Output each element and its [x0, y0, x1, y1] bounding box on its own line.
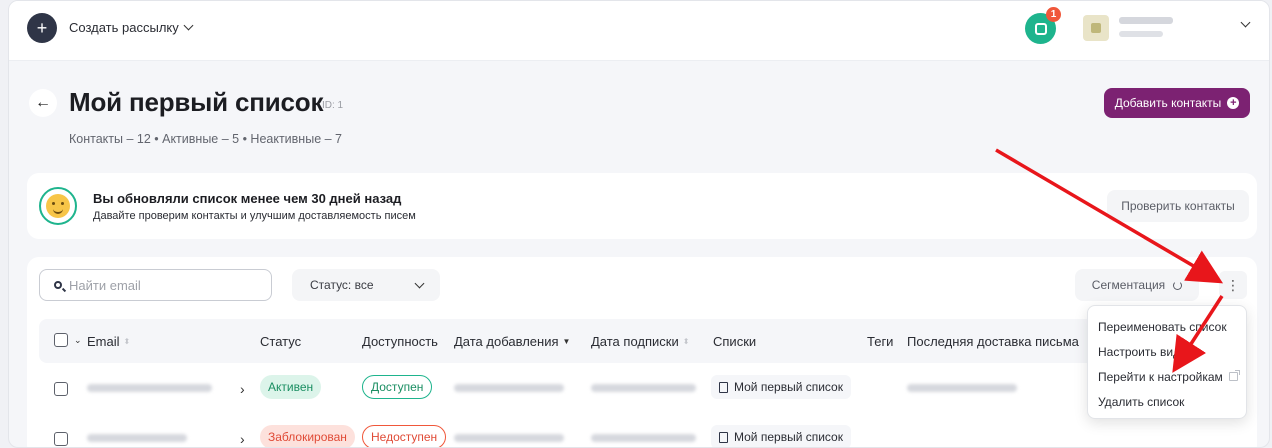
list-tag: Мой первый список	[711, 425, 851, 447]
column-label: Теги	[867, 334, 894, 349]
column-label: Статус	[260, 334, 302, 349]
column-date-added[interactable]: Дата добавления ▼	[454, 334, 570, 349]
list-tag-label: Мой первый список	[734, 380, 843, 394]
column-label: Списки	[713, 334, 757, 349]
table-row[interactable]: › Активен Доступен Мой первый список	[39, 373, 1099, 403]
plus-circle-icon: +	[1227, 97, 1240, 109]
refresh-icon	[1173, 280, 1183, 290]
subscription-date-redacted	[591, 434, 696, 442]
notification-badge: 1	[1046, 7, 1061, 22]
subscription-date-redacted	[591, 384, 696, 392]
column-label: Email	[87, 334, 120, 349]
column-tags: Теги	[867, 334, 893, 349]
add-contacts-button[interactable]: Добавить контакты +	[1104, 88, 1250, 118]
expand-row-icon[interactable]: ›	[240, 381, 245, 397]
create-campaign-dropdown[interactable]: Создать рассылку	[69, 20, 194, 35]
account-name-redacted	[1119, 17, 1173, 24]
availability-badge: Доступен	[362, 375, 433, 399]
date-added-redacted	[454, 434, 564, 442]
document-icon	[719, 431, 728, 443]
row-checkbox[interactable]	[54, 432, 68, 446]
back-arrow-icon: ←	[35, 94, 51, 111]
sort-desc-icon: ▼	[562, 337, 571, 346]
banner-subtitle: Давайте проверим контакты и улучшим дост…	[93, 210, 416, 222]
search-field[interactable]	[39, 269, 272, 301]
contacts-card: Статус: все Сегментация ⋮ ⌄ Email⬍ Стату…	[27, 257, 1257, 447]
more-options-button[interactable]: ⋮	[1219, 271, 1247, 299]
column-email[interactable]: Email ⬍	[87, 334, 130, 349]
plus-icon: +	[36, 18, 48, 38]
column-subscription-date[interactable]: Дата подписки ⬍	[591, 334, 689, 349]
contact-stats: Контакты – 12 • Активные – 5 • Неактивны…	[69, 132, 342, 146]
chevron-down-icon	[414, 278, 424, 288]
smiley-icon	[39, 187, 77, 225]
select-all-checkbox[interactable]: ⌄	[54, 333, 82, 347]
status-badge: Заблокирован	[260, 425, 355, 447]
availability-badge: Недоступен	[362, 425, 447, 447]
menu-item-settings-label: Перейти к настройкам	[1098, 369, 1223, 384]
menu-item-delete[interactable]: Удалить список	[1088, 389, 1246, 414]
list-tag-label: Мой первый список	[734, 430, 843, 444]
table-row[interactable]: › Заблокирован Недоступен Мой первый спи…	[39, 423, 1099, 447]
column-label: Последняя доставка письма	[907, 334, 1079, 349]
column-status: Статус	[260, 334, 301, 349]
account-subtitle-redacted	[1119, 31, 1163, 37]
sort-icon: ⬍	[682, 337, 690, 346]
column-label: Дата подписки	[591, 334, 679, 349]
back-button[interactable]: ←	[29, 89, 57, 117]
kebab-icon: ⋮	[1226, 277, 1240, 293]
external-link-icon	[1228, 370, 1240, 381]
email-redacted	[87, 384, 212, 392]
document-icon	[719, 381, 728, 393]
account-avatar[interactable]	[1083, 15, 1109, 41]
chevron-down-icon	[183, 20, 194, 31]
account-menu-chevron-icon[interactable]	[1240, 17, 1251, 28]
status-badge: Активен	[260, 375, 322, 399]
create-campaign-button[interactable]: +	[27, 13, 57, 43]
column-label: Доступность	[362, 334, 438, 349]
column-availability: Доступность	[362, 334, 438, 349]
list-id: ID: 1	[322, 100, 344, 111]
last-delivery-redacted	[907, 384, 1017, 392]
expand-row-icon[interactable]: ›	[240, 431, 245, 447]
segmentation-button[interactable]: Сегментация	[1075, 269, 1199, 301]
status-filter-dropdown[interactable]: Статус: все	[292, 269, 440, 301]
chevron-down-icon: ⌄	[74, 334, 82, 345]
add-contacts-label: Добавить контакты	[1114, 96, 1222, 110]
column-last-delivery: Последняя доставка письма	[907, 334, 1079, 349]
row-checkbox[interactable]	[54, 382, 68, 396]
segmentation-label: Сегментация	[1091, 278, 1166, 292]
date-added-redacted	[454, 384, 564, 392]
list-tag: Мой первый список	[711, 375, 851, 399]
app-window: + Создать рассылку 1 ← Мой первый список…	[8, 0, 1270, 448]
column-label: Дата добавления	[454, 334, 559, 349]
top-bar: + Создать рассылку 1	[9, 1, 1269, 61]
column-lists: Списки	[713, 334, 756, 349]
search-icon	[54, 281, 62, 289]
search-input[interactable]	[69, 277, 249, 293]
chat-icon	[1034, 22, 1047, 35]
sort-icon: ⬍	[123, 337, 131, 346]
create-campaign-label: Создать рассылку	[69, 20, 179, 35]
menu-item-rename[interactable]: Переименовать список	[1088, 314, 1246, 339]
update-banner: Вы обновляли список менее чем 30 дней на…	[27, 173, 1257, 239]
list-options-menu: Переименовать список Настроить вид Перей…	[1087, 305, 1247, 419]
menu-item-customize-view[interactable]: Настроить вид	[1088, 339, 1246, 364]
banner-title: Вы обновляли список менее чем 30 дней на…	[93, 191, 402, 206]
status-filter-label: Статус: все	[310, 278, 374, 292]
check-contacts-button[interactable]: Проверить контакты	[1107, 190, 1249, 222]
page-title: Мой первый список	[69, 87, 324, 117]
table-header: ⌄ Email ⬍ Статус Доступность Дата добавле…	[39, 319, 1099, 363]
email-redacted	[87, 434, 187, 442]
menu-item-settings[interactable]: Перейти к настройкам	[1088, 364, 1246, 389]
